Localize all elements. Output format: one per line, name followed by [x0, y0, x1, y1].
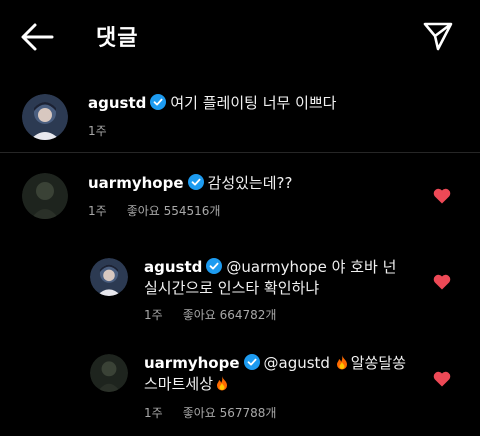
reply-text: @uarmyhope 야 호바 넌: [226, 258, 397, 276]
username[interactable]: uarmyhope: [144, 354, 240, 372]
reply-text-line-2: 스마트세상: [144, 373, 229, 396]
avatar[interactable]: [22, 173, 68, 219]
fire-icon: [215, 375, 229, 391]
verified-badge-icon: [206, 258, 223, 274]
caption-section: agustd 여기 플레이팅 너무 이쁘다 1주: [0, 80, 480, 153]
timestamp: 1주: [88, 124, 107, 138]
page-title: 댓글: [96, 26, 139, 51]
timestamp: 1주: [144, 406, 163, 420]
heart-icon[interactable]: [433, 188, 451, 204]
username[interactable]: agustd: [144, 258, 202, 276]
verified-badge-icon: [150, 94, 167, 110]
reply-text: 알쏭달쏭: [350, 354, 406, 372]
timestamp: 1주: [88, 204, 107, 218]
caption-text: 여기 플레이팅 너무 이쁘다: [170, 94, 337, 112]
reply-text: 스마트세상: [144, 375, 214, 393]
caption-meta: 1주: [88, 122, 127, 139]
heart-icon[interactable]: [433, 274, 451, 290]
timestamp: 1주: [144, 308, 163, 322]
comment-text: 감성있는데??: [207, 174, 293, 192]
username[interactable]: agustd: [88, 94, 146, 112]
reply-line-1: agustd @uarmyhope 야 호바 넌: [144, 256, 396, 279]
fire-icon: [335, 354, 349, 370]
caption-line: agustd 여기 플레이팅 너무 이쁘다: [88, 92, 336, 115]
verified-badge-icon: [243, 354, 260, 370]
header-bar: 댓글: [0, 0, 480, 72]
avatar[interactable]: [90, 258, 128, 296]
reply-meta: 1주 좋아요 567788개: [144, 404, 296, 421]
verified-badge-icon: [187, 174, 204, 190]
avatar[interactable]: [22, 94, 68, 140]
like-count[interactable]: 좋아요 567788개: [183, 406, 277, 420]
reply-text-line-2: 실시간으로 인스타 확인하냐: [144, 279, 320, 297]
reply-mention: @agustd: [263, 354, 335, 372]
avatar[interactable]: [90, 354, 128, 392]
reply-line-1: uarmyhope @agustd 알쏭달쏭: [144, 352, 406, 375]
heart-icon[interactable]: [433, 371, 451, 387]
back-arrow-icon[interactable]: [20, 22, 54, 52]
comment-line: uarmyhope 감성있는데??: [88, 172, 292, 195]
reply-meta: 1주 좋아요 664782개: [144, 306, 296, 323]
username[interactable]: uarmyhope: [88, 174, 184, 192]
like-count[interactable]: 좋아요 664782개: [183, 308, 277, 322]
like-count[interactable]: 좋아요 554516개: [127, 204, 221, 218]
send-icon[interactable]: [422, 20, 454, 52]
comment-meta: 1주 좋아요 554516개: [88, 202, 240, 219]
